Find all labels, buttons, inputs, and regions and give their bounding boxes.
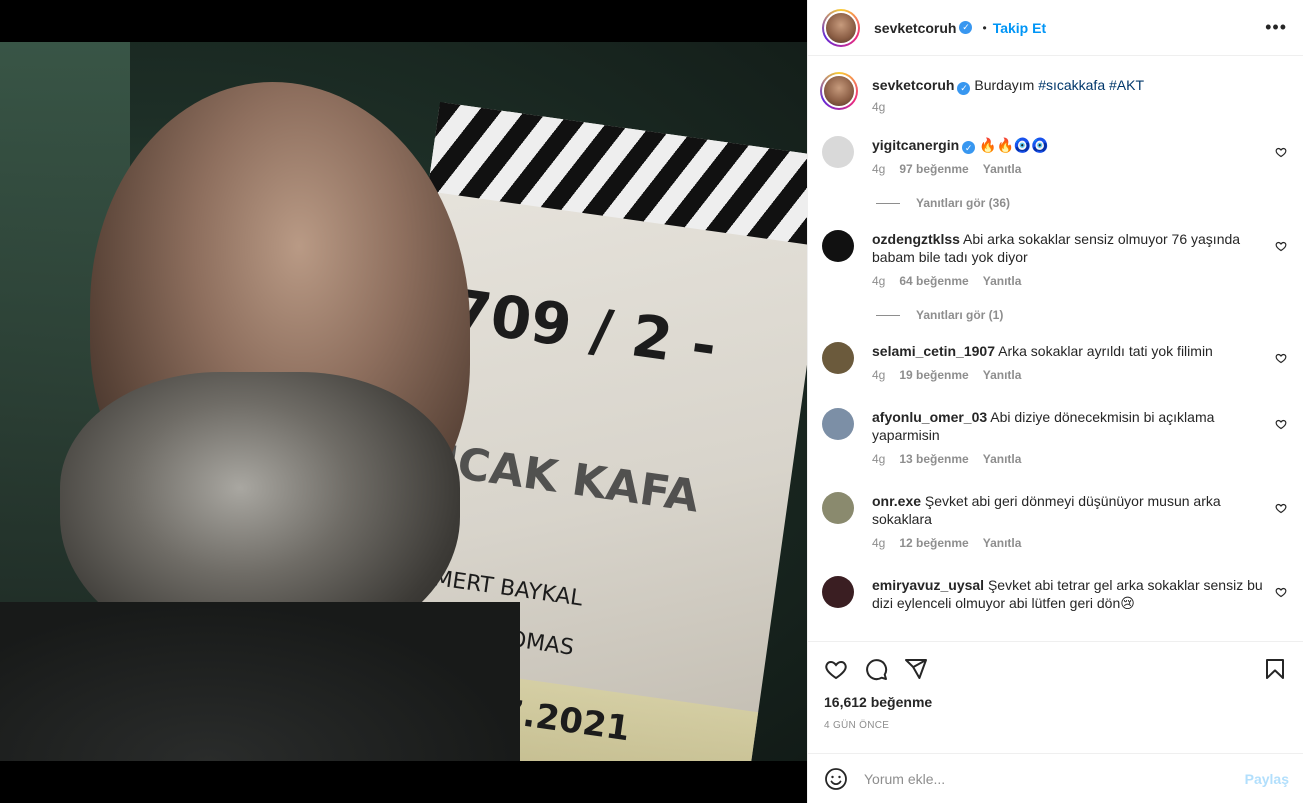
view-replies-label: Yanıtları gör (1): [916, 308, 1004, 322]
post-side-panel: sevketcoruh ✓ • Takip Et ••• sevketcoruh…: [807, 0, 1303, 803]
comment-text: Şevket abi geri dönmeyi düşünüyor musun …: [872, 493, 1221, 527]
reply-button[interactable]: Yanıtla: [983, 274, 1022, 288]
comment-row: onr.exe Şevket abi geri dönmeyi düşünüyo…: [822, 492, 1289, 550]
slate-scene-text: 709 / 2 -: [446, 275, 721, 381]
comment-like-heart-icon[interactable]: [1275, 418, 1287, 430]
caption: sevketcoruh ✓ Burdayım #sıcakkafa #AKT 4g: [820, 72, 1289, 114]
caption-text: Burdayım: [974, 77, 1039, 93]
hashtag-link[interactable]: #AKT: [1109, 77, 1144, 93]
caption-avatar[interactable]: [820, 72, 858, 110]
comment-likes[interactable]: 19 beğenme: [899, 368, 968, 382]
commenter-avatar[interactable]: [822, 135, 854, 168]
post-date[interactable]: 4 GÜN ÖNCE: [824, 720, 1287, 731]
comment-like-heart-icon[interactable]: [1275, 586, 1287, 598]
comment-age[interactable]: 4g: [872, 162, 885, 176]
action-bar: 16,612 beğenme 4 GÜN ÖNCE: [808, 641, 1303, 731]
post-media[interactable]: 709 / 2 - SICAK KAFA MERT BAYKAL YON THO…: [0, 0, 807, 803]
commenter-username[interactable]: yigitcanergin: [872, 137, 959, 153]
reply-button[interactable]: Yanıtla: [983, 368, 1022, 382]
post-header: sevketcoruh ✓ • Takip Et •••: [808, 0, 1303, 56]
comment-age[interactable]: 4g: [872, 452, 885, 466]
reply-button[interactable]: Yanıtla: [983, 162, 1022, 176]
comment-age[interactable]: 4g: [872, 368, 885, 382]
share-icon[interactable]: [904, 657, 928, 681]
post-photo: 709 / 2 - SICAK KAFA MERT BAYKAL YON THO…: [0, 42, 807, 761]
comment-input[interactable]: [864, 770, 1245, 787]
comment-likes[interactable]: 12 beğenme: [899, 536, 968, 550]
reply-button[interactable]: Yanıtla: [983, 536, 1022, 550]
author-avatar[interactable]: [822, 8, 860, 47]
commenter-username[interactable]: ozdengztklss: [872, 231, 960, 247]
comment-age[interactable]: 4g: [872, 536, 885, 550]
comment-likes[interactable]: 13 beğenme: [899, 452, 968, 466]
comment-row: ozdengztklss Abi arka sokaklar sensiz ol…: [822, 230, 1289, 322]
comment-like-heart-icon[interactable]: [1275, 502, 1287, 514]
man-jacket: [0, 602, 520, 761]
follow-button[interactable]: Takip Et: [993, 20, 1046, 36]
commenter-avatar[interactable]: [822, 230, 854, 262]
verified-icon: ✓: [957, 81, 971, 95]
verified-icon: ✓: [959, 21, 973, 34]
view-replies-button[interactable]: Yanıtları gör (36): [876, 196, 1263, 210]
commenter-avatar[interactable]: [822, 342, 854, 374]
verified-icon: ✓: [962, 141, 976, 154]
view-replies-button[interactable]: Yanıtları gör (1): [876, 308, 1263, 322]
comments-list[interactable]: sevketcoruh ✓ Burdayım #sıcakkafa #AKT 4g…: [808, 56, 1303, 641]
hashtag-link[interactable]: #sıcakkafa: [1038, 77, 1105, 93]
view-replies-label: Yanıtları gör (36): [916, 196, 1011, 210]
caption-username[interactable]: sevketcoruh: [872, 77, 954, 93]
comment-like-heart-icon[interactable]: [1275, 146, 1287, 158]
caption-avatar-image: [822, 74, 856, 108]
more-options-icon[interactable]: •••: [1265, 17, 1287, 38]
reply-button[interactable]: Yanıtla: [983, 452, 1022, 466]
replies-line: [876, 202, 900, 204]
commenter-avatar[interactable]: [822, 408, 854, 440]
clapperboard-stripes: [427, 102, 807, 247]
comment-row: emiryavuz_uysal Şevket abi tetrar gel ar…: [822, 576, 1289, 612]
commenter-username[interactable]: emiryavuz_uysal: [872, 577, 984, 593]
comment-row: afyonlu_omer_03 Abi diziye dönecekmisin …: [822, 408, 1289, 466]
separator-dot: •: [982, 20, 987, 35]
post-comment-button[interactable]: Paylaş: [1245, 771, 1289, 787]
replies-line: [876, 314, 900, 316]
commenter-avatar[interactable]: [822, 492, 854, 524]
comment-like-heart-icon[interactable]: [1275, 240, 1287, 252]
commenter-username[interactable]: afyonlu_omer_03: [872, 409, 987, 425]
author-username[interactable]: sevketcoruh: [874, 20, 956, 36]
add-comment-bar: Paylaş: [808, 753, 1303, 803]
commenter-username[interactable]: selami_cetin_1907: [872, 343, 995, 359]
comment-text: 🔥🔥🧿🧿: [979, 136, 1049, 153]
comment-like-heart-icon[interactable]: [1275, 352, 1287, 364]
comment-text: Arka sokaklar ayrıldı tati yok filimin: [998, 343, 1213, 359]
comment-icon[interactable]: [864, 657, 888, 681]
comment-row: yigitcanergin ✓ 🔥🔥🧿🧿 4g 97 beğenme Yanıtla …: [822, 135, 1289, 210]
commenter-avatar[interactable]: [822, 576, 854, 608]
caption-age[interactable]: 4g: [872, 100, 885, 114]
comment-likes[interactable]: 97 beğenme: [899, 162, 968, 176]
likes-count[interactable]: 16,612 beğenme: [824, 694, 1287, 710]
comment-row: selami_cetin_1907 Arka sokaklar ayrıldı …: [822, 342, 1289, 382]
comment-likes[interactable]: 64 beğenme: [899, 274, 968, 288]
emoji-icon[interactable]: [824, 767, 848, 791]
author-avatar-image: [824, 10, 858, 45]
commenter-username[interactable]: onr.exe: [872, 493, 921, 509]
comment-age[interactable]: 4g: [872, 274, 885, 288]
like-heart-icon[interactable]: [824, 657, 848, 681]
bookmark-icon[interactable]: [1263, 657, 1287, 681]
